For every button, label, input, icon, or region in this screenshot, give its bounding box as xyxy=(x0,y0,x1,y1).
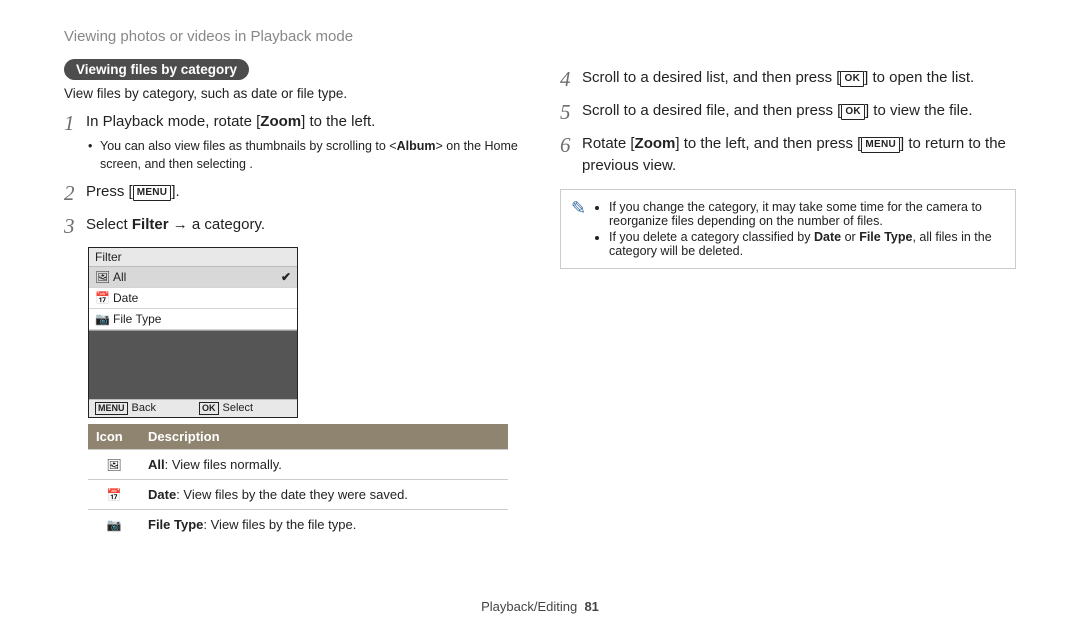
table-row: Date: View files by the date they were s… xyxy=(88,480,508,510)
date-icon xyxy=(107,486,122,503)
filter-screen-mock: Filter All✔ Date File Type MENUBack OKSe… xyxy=(88,247,298,418)
all-icon xyxy=(95,270,113,284)
step-number: 3 xyxy=(64,214,86,239)
note-box: ✎ If you change the category, it may tak… xyxy=(560,189,1016,269)
menu-key-icon: MENU xyxy=(861,137,900,153)
menu-key-icon: MENU xyxy=(133,185,172,201)
step-2: Press [MENU]. xyxy=(86,181,180,203)
filter-row-all: All✔ xyxy=(89,267,297,288)
step-5: Scroll to a desired file, and then press… xyxy=(582,100,973,122)
ok-key-icon: OK xyxy=(840,71,864,87)
left-column: Viewing files by category View files by … xyxy=(64,59,520,539)
note-icon: ✎ xyxy=(571,198,595,260)
filter-footer-back: MENUBack xyxy=(89,400,193,417)
step-number: 6 xyxy=(560,133,582,158)
page-footer: Playback/Editing 81 xyxy=(0,599,1080,614)
step-number: 5 xyxy=(560,100,582,125)
filter-footer-select: OKSelect xyxy=(193,400,297,417)
date-icon xyxy=(95,291,113,305)
note-item: If you change the category, it may take … xyxy=(609,200,1005,228)
ok-key-icon: OK xyxy=(841,104,865,120)
table-row: All: View files normally. xyxy=(88,450,508,480)
filter-title: Filter xyxy=(89,248,297,267)
filetype-icon xyxy=(107,516,122,533)
step-4: Scroll to a desired list, and then press… xyxy=(582,67,974,89)
col-desc: Description xyxy=(140,424,508,450)
all-icon xyxy=(106,456,121,473)
section-desc: View files by category, such as date or … xyxy=(64,86,520,101)
filter-row-date: Date xyxy=(89,288,297,309)
section-badge: Viewing files by category xyxy=(64,59,249,80)
page-header: Viewing photos or videos in Playback mod… xyxy=(64,28,1016,45)
filter-row-filetype: File Type xyxy=(89,309,297,330)
icon-table: Icon Description All: View files normall… xyxy=(88,424,508,539)
col-icon: Icon xyxy=(88,424,140,450)
step-3: Select Filter → a category. xyxy=(86,214,265,236)
step-1: In Playback mode, rotate [Zoom] to the l… xyxy=(86,111,520,173)
right-column: 4 Scroll to a desired list, and then pre… xyxy=(560,59,1016,539)
step-6: Rotate [Zoom] to the left, and then pres… xyxy=(582,133,1016,177)
step-number: 2 xyxy=(64,181,86,206)
note-item: If you delete a category classified by D… xyxy=(609,230,1005,258)
filetype-icon xyxy=(95,312,113,326)
table-row: File Type: View files by the file type. xyxy=(88,510,508,540)
step-number: 1 xyxy=(64,111,86,136)
step-number: 4 xyxy=(560,67,582,92)
